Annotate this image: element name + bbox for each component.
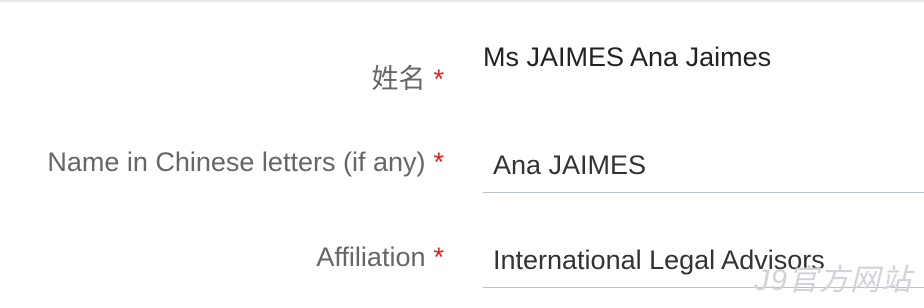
chinese-name-value: Ana JAIMES xyxy=(493,150,647,180)
profile-form: 姓名 * Ms JAIMES Ana Jaimes Name in Chinese… xyxy=(0,0,924,308)
required-asterisk: * xyxy=(433,64,444,94)
chinese-name-label: Name in Chinese letters (if any) * xyxy=(47,149,444,176)
top-divider xyxy=(0,0,924,2)
name-value: Ms JAIMES Ana Jaimes xyxy=(483,42,772,72)
required-asterisk: * xyxy=(433,242,444,272)
required-asterisk: * xyxy=(433,147,444,177)
chinese-name-label-text: Name in Chinese letters (if any) xyxy=(47,147,426,177)
chinese-name-field[interactable]: Ana JAIMES xyxy=(483,143,924,193)
watermark: J9官方网站 xyxy=(754,264,912,297)
name-label: 姓名 * xyxy=(371,66,444,93)
affiliation-label: Affiliation * xyxy=(316,244,444,271)
name-label-text: 姓名 xyxy=(371,64,426,94)
affiliation-label-text: Affiliation xyxy=(316,242,426,272)
